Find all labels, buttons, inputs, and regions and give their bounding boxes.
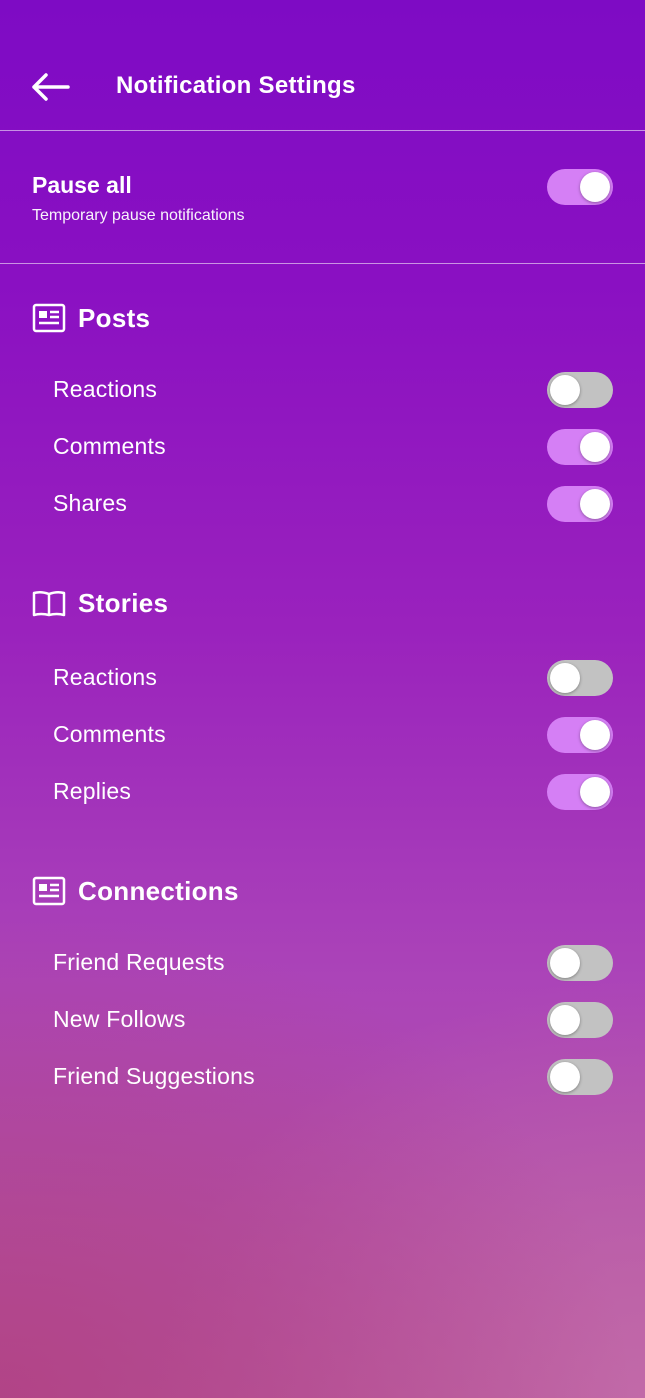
toggle-knob [550,375,580,405]
toggle-knob [550,1062,580,1092]
stories-replies-toggle[interactable] [547,774,613,810]
connections-new-follows-toggle[interactable] [547,1002,613,1038]
section-title-posts: Posts [78,302,151,333]
posts-shares-label: Shares [53,490,128,516]
stories-reactions-label: Reactions [53,664,158,690]
arrow-left-icon [32,73,70,101]
toggle-knob [580,489,610,519]
section-header-posts: Posts [32,300,150,336]
app-header: Notification Settings [0,0,645,131]
section-title-connections: Connections [78,875,239,906]
section-header-connections: Connections [32,873,239,909]
connections-friend-requests-label: Friend Requests [53,949,225,975]
stories-replies-label: Replies [53,778,132,804]
stories-comments-toggle[interactable] [547,717,613,753]
posts-reactions-toggle[interactable] [547,372,613,408]
toggle-knob [550,948,580,978]
pause-all-label: Pause all [32,172,132,198]
connections-new-follows-label: New Follows [53,1006,186,1032]
toggle-knob [580,172,610,202]
back-button[interactable] [30,70,70,104]
posts-comments-label: Comments [53,433,166,459]
section-title-stories: Stories [78,587,169,618]
stories-comments-label: Comments [53,721,166,747]
posts-comments-toggle[interactable] [547,429,613,465]
toggle-knob [550,663,580,693]
toggle-knob [580,720,610,750]
pause-all-sublabel: Temporary pause notifications [32,207,245,224]
connections-friend-requests-toggle[interactable] [547,945,613,981]
connections-friend-suggestions-label: Friend Suggestions [53,1063,255,1089]
toggle-knob [580,432,610,462]
newspaper-icon [32,303,66,333]
pause-all-section: Pause all Temporary pause notifications [0,131,645,264]
stories-reactions-toggle[interactable] [547,660,613,696]
page-title: Notification Settings [116,72,356,99]
pause-all-toggle[interactable] [547,169,613,205]
connections-friend-suggestions-toggle[interactable] [547,1059,613,1095]
posts-reactions-label: Reactions [53,376,158,402]
toggle-knob [580,777,610,807]
book-open-icon [32,590,66,617]
section-header-stories: Stories [32,585,168,621]
newspaper-icon [32,876,66,906]
toggle-knob [550,1005,580,1035]
posts-shares-toggle[interactable] [547,486,613,522]
